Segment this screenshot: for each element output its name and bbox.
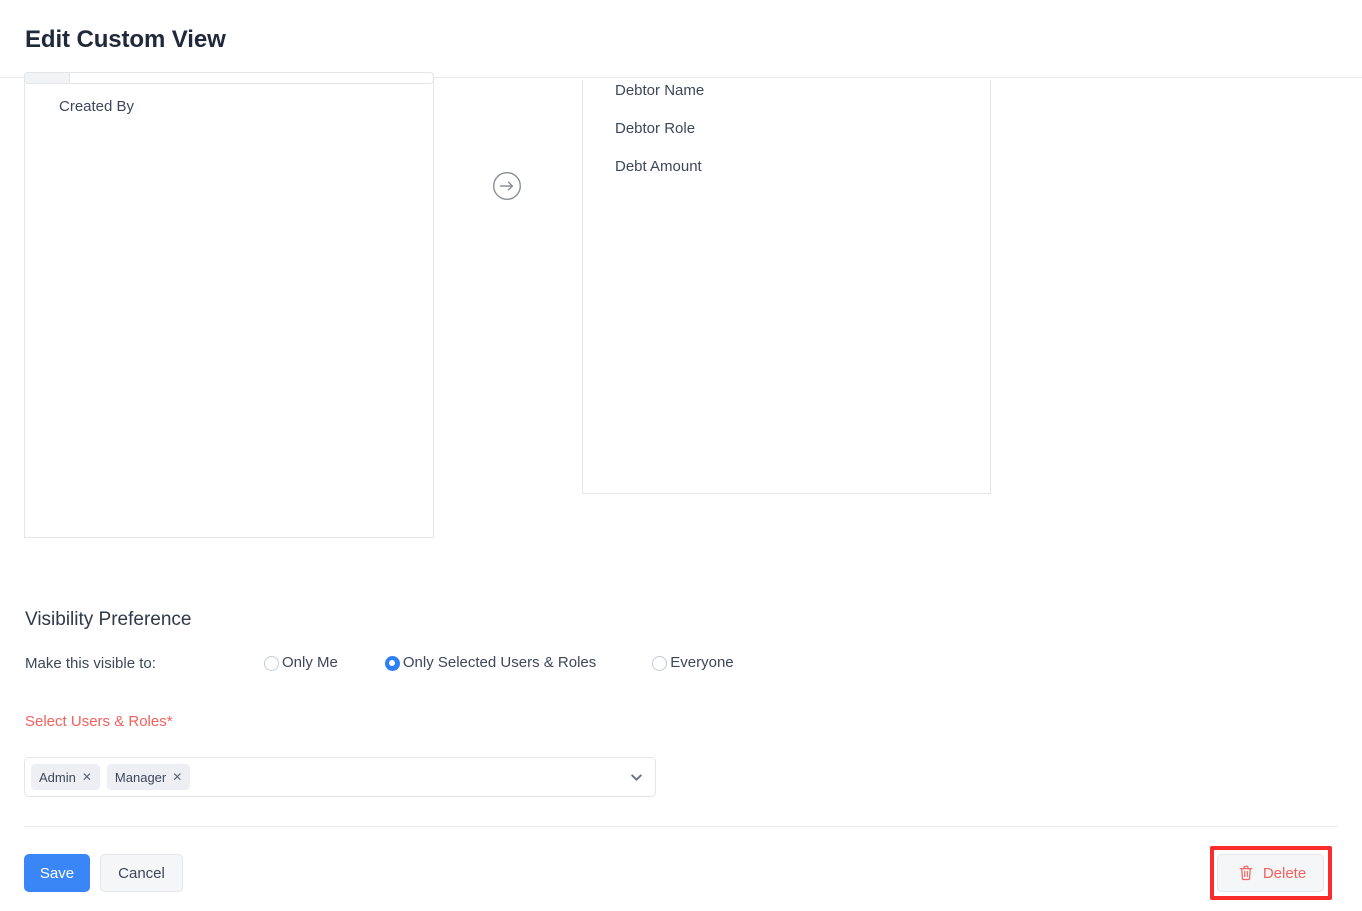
- save-button[interactable]: Save: [24, 854, 90, 892]
- arrow-right-circle-icon[interactable]: [492, 171, 522, 201]
- list-item[interactable]: Debtor Role: [583, 110, 990, 148]
- list-item[interactable]: Debt Amount: [583, 148, 990, 186]
- footer-divider: [24, 826, 1338, 827]
- chip-manager-label: Manager: [115, 770, 166, 785]
- delete-button[interactable]: Delete: [1217, 854, 1324, 892]
- radio-dot-everyone[interactable]: [652, 656, 667, 671]
- available-fields-list: Created By: [25, 80, 433, 126]
- selected-fields-list: Debtor Name Debtor Role Debt Amount: [583, 80, 990, 186]
- list-item[interactable]: Created By: [25, 88, 433, 126]
- edit-custom-view-modal: Edit Custom View Created By Debtor Name: [0, 0, 1362, 911]
- list-item[interactable]: Debtor Name: [583, 80, 990, 110]
- chip-admin-label: Admin: [39, 770, 76, 785]
- selected-fields-panel: Debtor Name Debtor Role Debt Amount: [582, 80, 991, 494]
- radio-option-only-me[interactable]: Only Me: [264, 653, 338, 673]
- cancel-button[interactable]: Cancel: [100, 854, 183, 892]
- close-icon[interactable]: ✕: [172, 771, 182, 783]
- modal-footer: Save Cancel Delete: [0, 854, 1362, 894]
- radio-label-everyone: Everyone: [670, 653, 733, 673]
- visible-to-label: Make this visible to:: [25, 654, 156, 674]
- radio-option-everyone[interactable]: Everyone: [652, 653, 733, 673]
- search-icon: [24, 72, 70, 84]
- select-users-roles-label: Select Users & Roles*: [25, 712, 173, 732]
- delete-button-label: Delete: [1263, 865, 1306, 882]
- radio-label-only-me: Only Me: [282, 653, 338, 673]
- search-input[interactable]: [70, 72, 434, 84]
- trash-icon: [1239, 865, 1253, 881]
- field-search-row: [24, 72, 434, 84]
- chip-admin[interactable]: Admin ✕: [31, 764, 100, 790]
- visibility-radio-group: Only Me Only Selected Users & Roles Ever…: [264, 653, 734, 673]
- column-chooser: Created By Debtor Name Debtor Role Debt …: [0, 78, 1362, 578]
- radio-dot-only-me[interactable]: [264, 656, 279, 671]
- radio-option-only-selected-users-roles[interactable]: Only Selected Users & Roles: [385, 653, 596, 673]
- chip-manager[interactable]: Manager ✕: [107, 764, 190, 790]
- close-icon[interactable]: ✕: [82, 771, 92, 783]
- available-fields-panel: Created By: [24, 80, 434, 538]
- chevron-down-icon[interactable]: [630, 771, 643, 784]
- modal-header: Edit Custom View: [0, 0, 1362, 78]
- visibility-heading: Visibility Preference: [25, 607, 192, 632]
- page-title: Edit Custom View: [25, 24, 226, 55]
- radio-dot-only-selected-users-roles[interactable]: [385, 656, 400, 671]
- radio-label-only-selected-users-roles: Only Selected Users & Roles: [403, 653, 596, 673]
- select-users-roles-input[interactable]: Admin ✕ Manager ✕: [24, 757, 656, 797]
